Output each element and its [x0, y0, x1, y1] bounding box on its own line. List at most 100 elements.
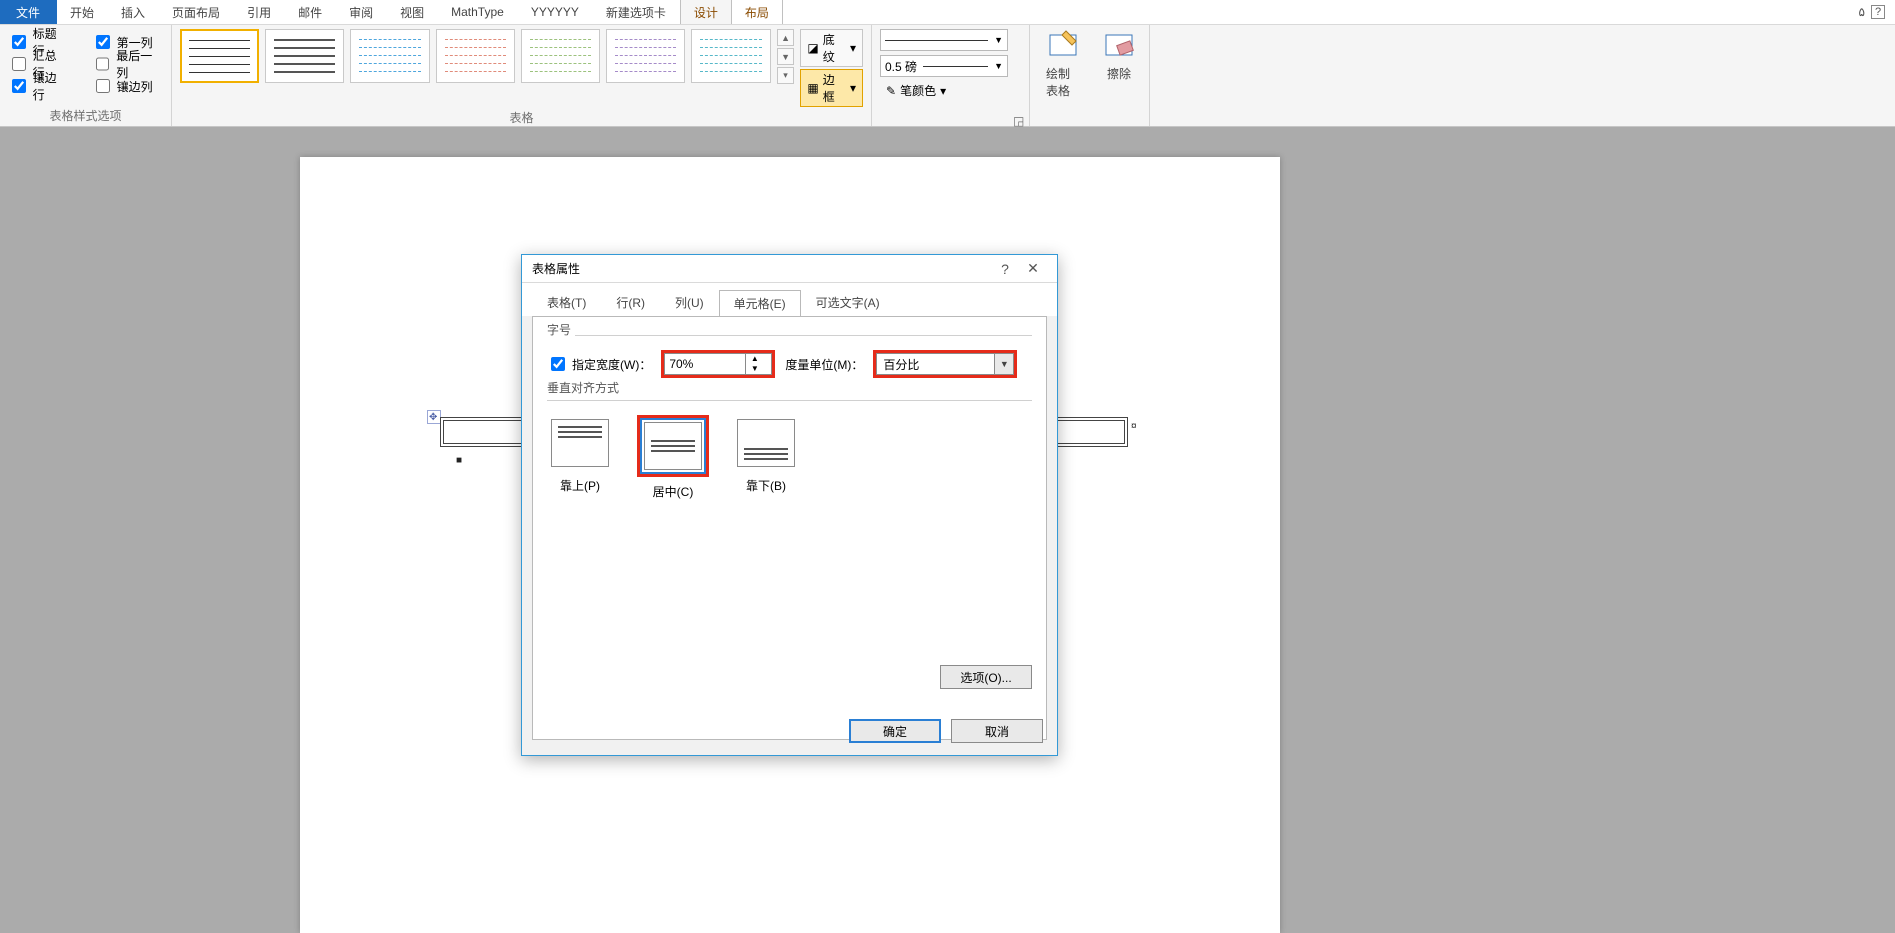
- tab-table[interactable]: 表格(T): [532, 289, 601, 316]
- line-weight-combo[interactable]: 0.5 磅 ▼: [880, 55, 1008, 77]
- menu-tabs: 文件 开始 插入 页面布局 引用 邮件 审阅 视图 MathType YYYYY…: [0, 0, 1895, 25]
- tab-insert[interactable]: 插入: [108, 0, 159, 24]
- tab-alt-text[interactable]: 可选文字(A): [801, 289, 895, 316]
- spin-down-icon[interactable]: ▼: [746, 364, 763, 374]
- style-thumb-7[interactable]: [691, 29, 770, 83]
- draw-table-icon: [1046, 29, 1080, 63]
- label-banded-row: 镶边行: [33, 69, 68, 103]
- gallery-more-icon[interactable]: ▾: [777, 67, 795, 84]
- tab-newtab[interactable]: 新建选项卡: [593, 0, 680, 24]
- label-banded-col: 镶边列: [117, 78, 153, 95]
- valign-center-option[interactable]: 居中(C): [637, 415, 709, 500]
- tab-review[interactable]: 审阅: [336, 0, 387, 24]
- work-area: ¤ ■ 表格属性 ? ✕ 表格(T) 行(R) 列(U) 单元格(E) 可选文字…: [0, 127, 1895, 933]
- style-thumb-3[interactable]: [350, 29, 429, 83]
- tab-mail[interactable]: 邮件: [285, 0, 336, 24]
- measure-unit-combo[interactable]: 百分比 ▼: [876, 353, 1014, 375]
- shading-button[interactable]: ◪ 底纹 ▾: [800, 29, 863, 67]
- tab-column[interactable]: 列(U): [660, 289, 719, 316]
- pen-icon: ✎: [886, 84, 896, 98]
- dialog-tabs: 表格(T) 行(R) 列(U) 单元格(E) 可选文字(A): [522, 283, 1057, 316]
- group-label-styles: 表格: [180, 107, 863, 126]
- size-fieldset-label: 字号: [543, 321, 575, 338]
- chevron-down-icon: ▼: [994, 61, 1003, 71]
- help-icon[interactable]: ?: [1871, 5, 1885, 19]
- preferred-width-value[interactable]: [665, 357, 745, 371]
- valign-top-option[interactable]: 靠上(P): [547, 415, 613, 500]
- check-last-col[interactable]: 最后一列: [92, 53, 163, 75]
- tab-cell[interactable]: 单元格(E): [719, 290, 801, 317]
- check-preferred-width[interactable]: 指定宽度(W)：: [547, 353, 651, 375]
- preferred-width-label: 指定宽度(W)：: [572, 356, 651, 373]
- valign-top-label: 靠上(P): [560, 477, 600, 494]
- gallery-scroll-down-icon[interactable]: ▼: [777, 48, 795, 65]
- pen-color-label: 笔颜色: [900, 82, 936, 99]
- border-icon: ▦: [807, 81, 818, 95]
- pen-color-button[interactable]: ✎ 笔颜色 ▾: [880, 81, 952, 100]
- draw-table-label: 绘制表格: [1046, 65, 1080, 99]
- measure-unit-highlight: 百分比 ▼: [873, 350, 1017, 378]
- style-thumb-6[interactable]: [606, 29, 685, 83]
- tab-table-layout[interactable]: 布局: [732, 0, 783, 24]
- valign-bottom-option[interactable]: 靠下(B): [733, 415, 799, 500]
- valign-fieldset-label: 垂直对齐方式: [543, 379, 623, 396]
- tab-design[interactable]: 设计: [680, 0, 732, 24]
- gallery-scroll-up-icon[interactable]: ▲: [777, 29, 795, 46]
- eraser-button[interactable]: 擦除: [1094, 29, 1144, 82]
- tab-references[interactable]: 引用: [234, 0, 285, 24]
- group-label-style-options: 表格样式选项: [8, 105, 163, 124]
- dialog-title: 表格属性: [532, 260, 580, 277]
- tab-home[interactable]: 开始: [57, 0, 108, 24]
- style-thumb-2[interactable]: [265, 29, 344, 83]
- chevron-down-icon: ▾: [850, 41, 856, 55]
- tab-file[interactable]: 文件: [0, 0, 57, 24]
- chevron-down-icon: ▾: [940, 84, 946, 98]
- style-thumb-1[interactable]: [180, 29, 259, 83]
- bucket-icon: ◪: [807, 41, 818, 55]
- table-move-handle-icon[interactable]: [427, 410, 441, 424]
- valign-bottom-label: 靠下(B): [746, 477, 786, 494]
- dialog-launcher-icon[interactable]: ◲: [1013, 114, 1023, 124]
- chevron-down-icon[interactable]: ▼: [995, 359, 1013, 369]
- label-last-col: 最后一列: [116, 47, 163, 81]
- check-banded-row[interactable]: 镶边行: [8, 75, 68, 97]
- style-thumb-5[interactable]: [521, 29, 600, 83]
- dialog-close-button[interactable]: ✕: [1019, 260, 1047, 277]
- ok-button[interactable]: 确定: [849, 719, 941, 743]
- preferred-width-input[interactable]: ▲▼: [664, 353, 772, 375]
- paragraph-mark: ■: [456, 455, 462, 466]
- tab-page-layout[interactable]: 页面布局: [159, 0, 234, 24]
- cancel-button[interactable]: 取消: [951, 719, 1043, 743]
- group-label-borders: ◲: [880, 108, 1021, 124]
- measure-unit-label: 度量单位(M)：: [785, 356, 863, 373]
- chevron-down-icon: ▼: [994, 35, 1003, 45]
- eraser-icon: [1102, 29, 1136, 63]
- eraser-label: 擦除: [1107, 65, 1131, 82]
- dialog-panel: 字号 指定宽度(W)： ▲▼ 度量单位(M)： 百分比 ▼: [532, 316, 1047, 740]
- collapse-ribbon-icon[interactable]: ۵: [1859, 5, 1865, 19]
- ribbon: 标题行 汇总行 镶边行 第一列 最后一列 镶边列 表格样式选项: [0, 25, 1895, 127]
- dialog-help-button[interactable]: ?: [991, 261, 1019, 277]
- line-style-combo[interactable]: ▼: [880, 29, 1008, 51]
- check-banded-col[interactable]: 镶边列: [92, 75, 163, 97]
- table-properties-dialog: 表格属性 ? ✕ 表格(T) 行(R) 列(U) 单元格(E) 可选文字(A) …: [521, 254, 1058, 756]
- measure-unit-value: 百分比: [877, 354, 995, 374]
- borders-label: 边框: [823, 71, 846, 105]
- preferred-width-highlight: ▲▼: [661, 350, 775, 378]
- draw-table-button[interactable]: 绘制表格: [1038, 29, 1088, 99]
- options-button[interactable]: 选项(O)...: [940, 665, 1032, 689]
- style-thumb-4[interactable]: [436, 29, 515, 83]
- tab-row[interactable]: 行(R): [601, 289, 660, 316]
- cell-end-marker: ¤: [1131, 421, 1137, 432]
- dialog-titlebar[interactable]: 表格属性 ? ✕: [522, 255, 1057, 283]
- table-styles-gallery[interactable]: ▲ ▼ ▾ ◪ 底纹 ▾ ▦ 边框 ▾: [180, 29, 863, 107]
- borders-button[interactable]: ▦ 边框 ▾: [800, 69, 863, 107]
- line-weight-value: 0.5 磅: [885, 58, 917, 75]
- chevron-down-icon: ▾: [850, 81, 856, 95]
- tab-view[interactable]: 视图: [387, 0, 438, 24]
- spin-up-icon[interactable]: ▲: [746, 354, 763, 364]
- tab-mathtype[interactable]: MathType: [438, 0, 518, 24]
- valign-center-label: 居中(C): [653, 483, 694, 500]
- tab-yyyyyy[interactable]: YYYYYY: [518, 0, 593, 24]
- shading-label: 底纹: [823, 31, 846, 65]
